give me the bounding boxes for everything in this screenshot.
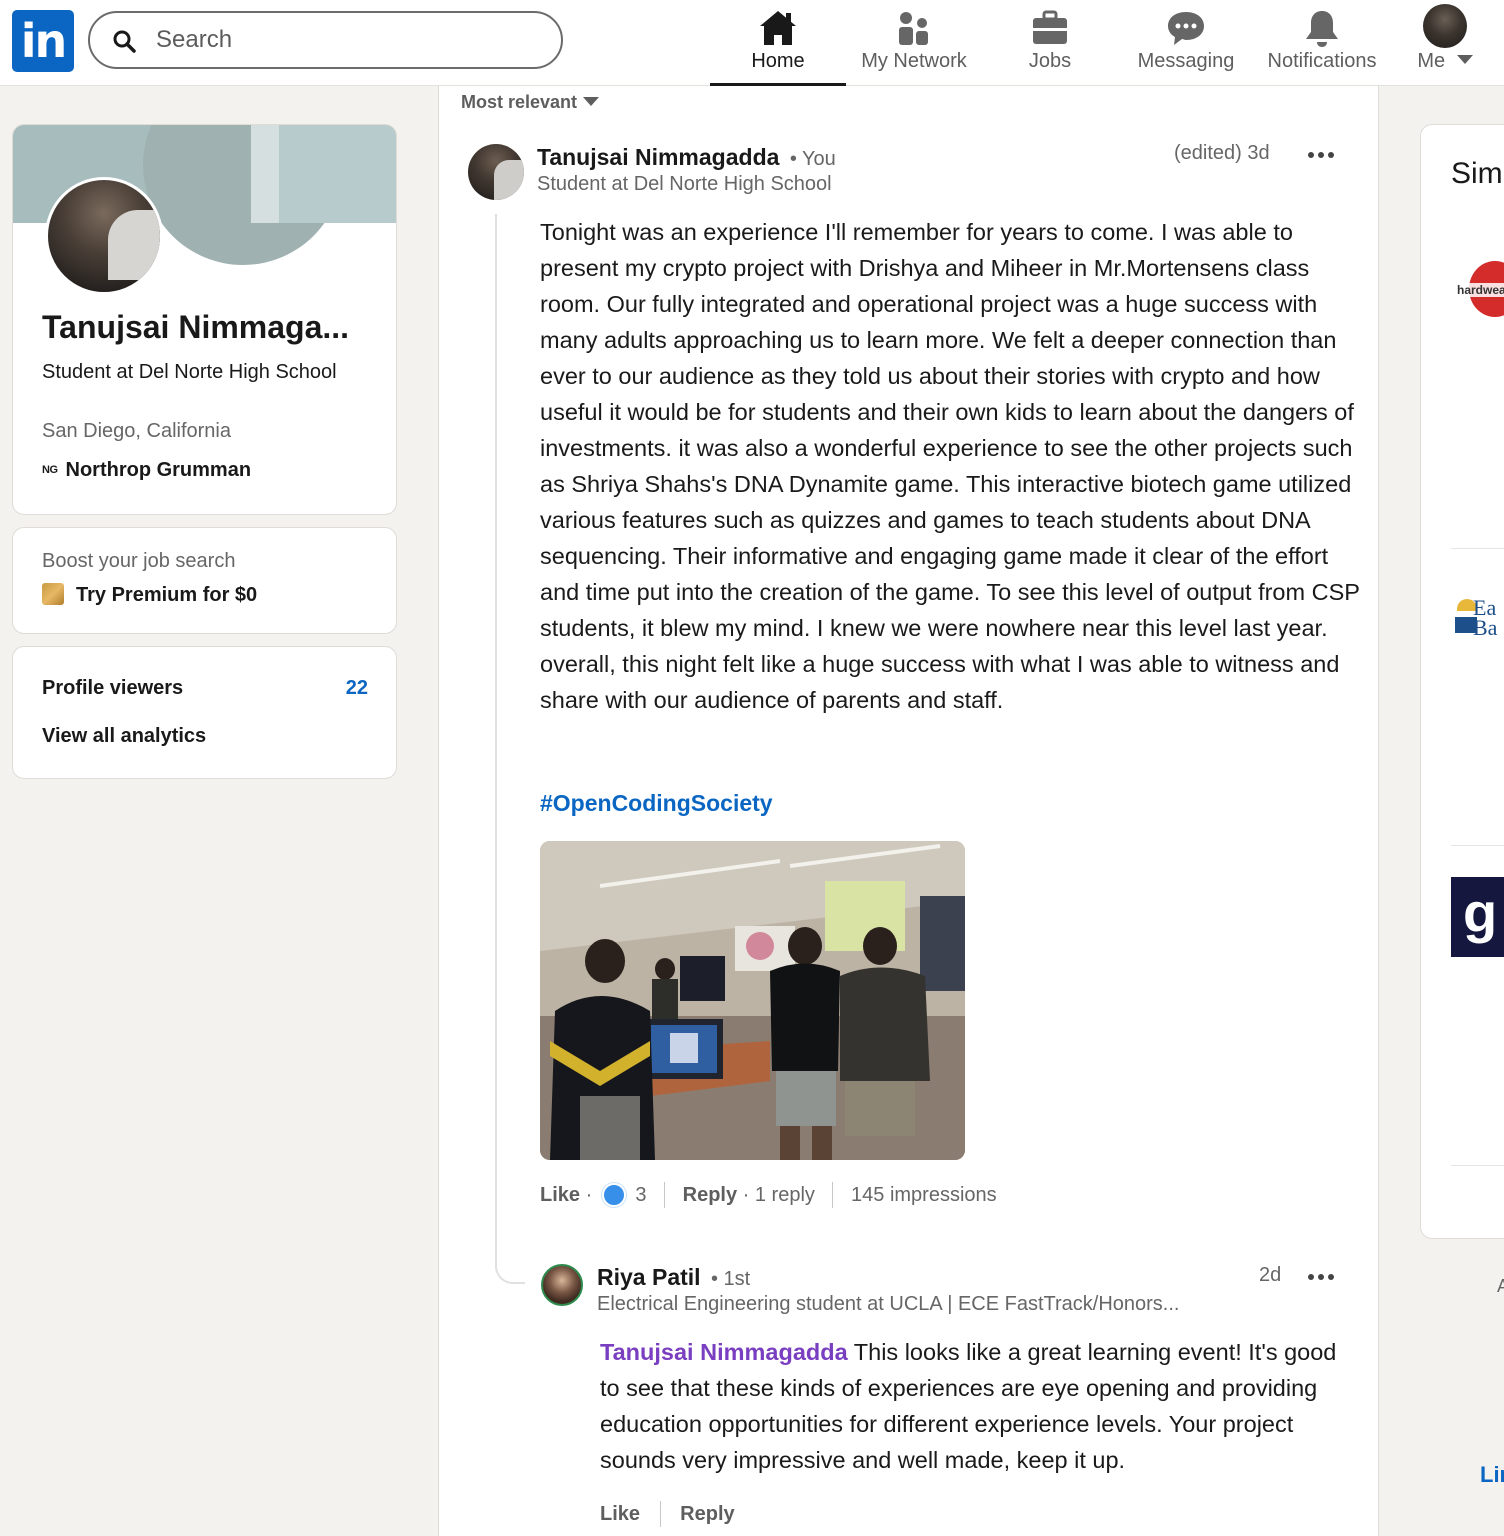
- caret-down-icon: [583, 97, 600, 106]
- like-count[interactable]: 3: [635, 1184, 646, 1206]
- logo-line2: Ba: [1473, 615, 1498, 640]
- comment-author-headline: Student at Del Norte High School: [537, 173, 832, 195]
- profile-avatar[interactable]: [45, 177, 163, 295]
- nav-my-network[interactable]: My Network: [846, 0, 982, 86]
- you-tag: • You: [789, 148, 836, 170]
- reply-author-avatar[interactable]: [541, 1264, 583, 1306]
- avatar: [1423, 4, 1467, 48]
- nav-me-text: Me: [1417, 50, 1446, 72]
- nav-me[interactable]: Me: [1400, 0, 1490, 86]
- reply-text: Tanujsai Nimmagadda This looks like a gr…: [600, 1334, 1340, 1478]
- nav-me-label: Me: [1400, 50, 1490, 73]
- divider: [832, 1182, 834, 1208]
- premium-card: Boost your job search Try Premium for $0: [12, 527, 397, 634]
- hashtag-link[interactable]: #OpenCodingSociety: [540, 790, 773, 817]
- nav-my-network-label: My Network: [861, 50, 967, 72]
- company-logo-hardware[interactable]: hardwea: [1455, 253, 1504, 319]
- comment-image[interactable]: [540, 841, 965, 1160]
- reply-timestamp: 2d: [1259, 1264, 1282, 1286]
- nav-home-label: Home: [751, 50, 805, 72]
- impressions-count[interactable]: 145 impressions: [851, 1184, 997, 1206]
- similar-title: Simi: [1451, 157, 1504, 190]
- nav-notifications-label: Notifications: [1267, 50, 1377, 72]
- profile-company[interactable]: NG Northrop Grumman: [42, 459, 251, 482]
- search-input[interactable]: [156, 23, 536, 57]
- comment-timestamp: (edited) 3d: [1174, 142, 1270, 164]
- try-premium-label: Try Premium for $0: [76, 584, 258, 606]
- search-box[interactable]: [88, 11, 563, 69]
- profile-viewers-count: 22: [345, 677, 368, 699]
- comment-author-name: Tanujsai Nimmagadda: [537, 144, 780, 170]
- reply-count[interactable]: 1 reply: [755, 1184, 815, 1206]
- home-icon: [760, 11, 796, 45]
- nav-messaging[interactable]: Messaging: [1118, 0, 1254, 86]
- comment-reply-button[interactable]: Reply: [683, 1184, 737, 1206]
- chevron-down-icon: [1456, 55, 1473, 64]
- reply-author[interactable]: Riya Patil • 1st: [597, 1264, 750, 1291]
- reply-reply-button[interactable]: Reply: [680, 1503, 734, 1525]
- reply-actions: Like Reply: [600, 1501, 735, 1527]
- comment-actions: Like · 3 Reply · 1 reply 145 impressions: [540, 1182, 997, 1208]
- comment-more-icon[interactable]: [1308, 152, 1334, 160]
- messaging-icon: [1168, 12, 1204, 45]
- network-icon: [899, 12, 928, 45]
- reply-author-name: Riya Patil: [597, 1264, 701, 1290]
- divider: [664, 1182, 666, 1208]
- thread-line: [495, 214, 525, 1284]
- reply-like-button[interactable]: Like: [600, 1503, 640, 1525]
- sort-dropdown[interactable]: Most relevant: [461, 92, 600, 113]
- nav-jobs[interactable]: Jobs: [982, 0, 1118, 86]
- bell-icon: [1306, 11, 1338, 47]
- classroom-photo: [540, 841, 965, 1160]
- profile-card: Tanujsai Nimmaga... Student at Del Norte…: [12, 124, 397, 515]
- similar-pages-card: Simi hardwea Ea Ba g: [1420, 124, 1504, 1239]
- nav-messaging-label: Messaging: [1137, 50, 1235, 72]
- profile-viewers-row[interactable]: Profile viewers 22: [42, 677, 368, 700]
- reply-author-headline: Electrical Engineering student at UCLA |…: [597, 1293, 1180, 1315]
- linkedin-logo[interactable]: in: [12, 10, 74, 72]
- company-logo-g[interactable]: g: [1451, 877, 1504, 957]
- comment-author[interactable]: Tanujsai Nimmagadda • You: [537, 144, 836, 171]
- sort-label: Most relevant: [461, 92, 578, 112]
- separator-dot: ·: [742, 1184, 755, 1206]
- comment-text: Tonight was an experience I'll remember …: [540, 219, 1360, 713]
- linkedin-footer-link[interactable]: Lir: [1480, 1462, 1504, 1488]
- profile-viewers-label: Profile viewers: [42, 677, 184, 699]
- analytics-card: Profile viewers 22 View all analytics: [12, 646, 397, 779]
- comment-author-avatar[interactable]: [468, 144, 524, 200]
- profile-name[interactable]: Tanujsai Nimmaga...: [42, 309, 349, 346]
- nav-notifications[interactable]: Notifications: [1254, 0, 1390, 86]
- try-premium-link[interactable]: Try Premium for $0: [42, 583, 257, 607]
- view-all-analytics-link[interactable]: View all analytics: [42, 725, 206, 748]
- nav-jobs-label: Jobs: [1028, 50, 1072, 72]
- nav-home[interactable]: Home: [710, 0, 846, 86]
- profile-location: San Diego, California: [42, 420, 231, 442]
- divider: [659, 1501, 661, 1527]
- comment-like-button[interactable]: Like: [540, 1184, 580, 1206]
- search-icon: [113, 30, 136, 53]
- mention-link[interactable]: Tanujsai Nimmagadda: [600, 1339, 848, 1365]
- separator-dot: ·: [585, 1184, 598, 1206]
- logo-text: hardwea: [1455, 283, 1504, 297]
- comments-panel: Most relevant Tanujsai Nimmagadda • You …: [438, 86, 1379, 1536]
- connection-degree: • 1st: [710, 1268, 751, 1290]
- edge-text: A: [1497, 1276, 1504, 1296]
- briefcase-icon: [1033, 10, 1067, 44]
- like-reaction-icon: [601, 1183, 626, 1207]
- boost-text: Boost your job search: [42, 550, 236, 572]
- premium-icon: [42, 583, 64, 605]
- reply-more-icon[interactable]: [1308, 1274, 1334, 1282]
- top-navigation: in Home My Network Jobs: [0, 0, 1504, 86]
- company-logo-bay[interactable]: Ea Ba: [1455, 595, 1504, 641]
- profile-headline: Student at Del Norte High School: [42, 361, 337, 383]
- company-name: Northrop Grumman: [65, 459, 252, 481]
- company-logo: NG: [42, 464, 58, 476]
